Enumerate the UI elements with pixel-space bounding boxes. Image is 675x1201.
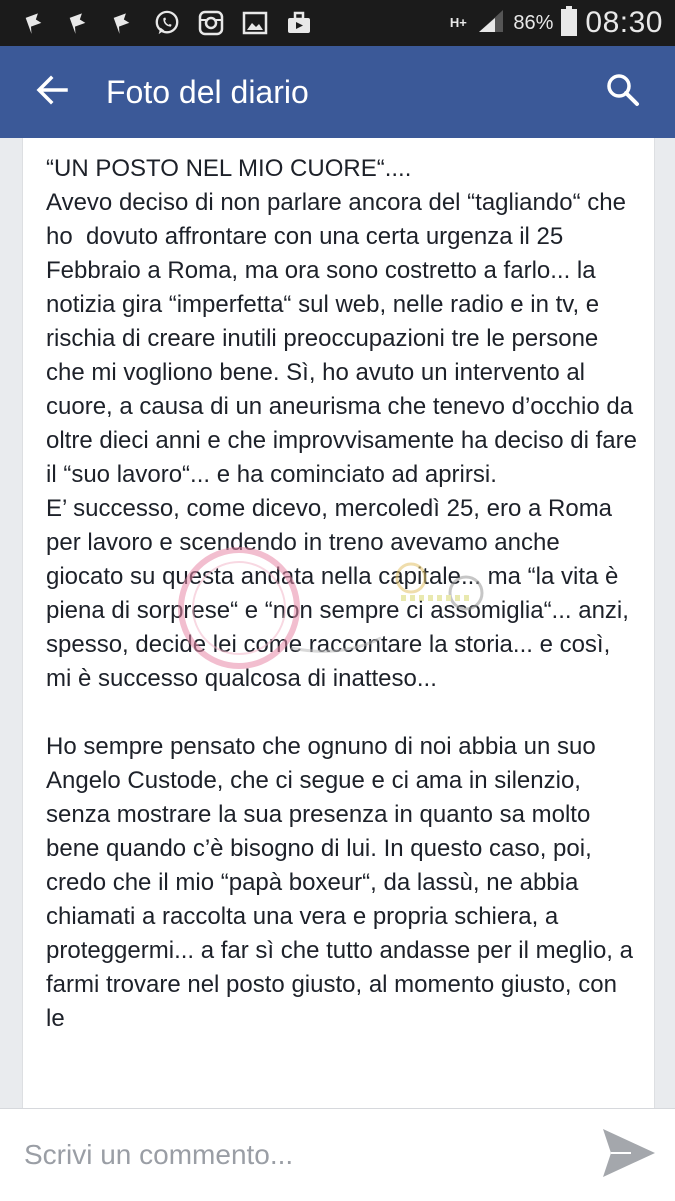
status-bar: H+ 86% 08:30: [0, 0, 675, 46]
search-icon: [606, 73, 640, 112]
comment-input[interactable]: [22, 1138, 586, 1172]
network-type: H+: [449, 15, 467, 30]
post-card: “UN POSTO NEL MIO CUORE“.... Avevo decis…: [22, 138, 655, 1118]
notification-icons: [0, 10, 312, 36]
page-title: Foto del diario: [106, 73, 309, 110]
send-button[interactable]: [599, 1125, 659, 1185]
signal-icon: [477, 8, 505, 39]
comment-bar: [0, 1108, 675, 1201]
briefcase-icon: [286, 10, 312, 36]
gallery-icon: [242, 10, 268, 36]
battery-percent: 86%: [513, 11, 554, 34]
system-indicators: H+ 86% 08:30: [447, 5, 675, 41]
arrow-left-icon: [35, 73, 69, 112]
post-paragraph: Ho sempre pensato che ognuno di noi abbi…: [46, 733, 640, 1032]
clock: 08:30: [585, 6, 663, 39]
post-paragraph: “UN POSTO NEL MIO CUORE“.... Avevo decis…: [46, 155, 637, 692]
flag-icon: [110, 10, 136, 36]
search-button[interactable]: [599, 68, 647, 116]
flag-icon: [22, 10, 48, 36]
back-button[interactable]: [24, 64, 80, 120]
post-text: “UN POSTO NEL MIO CUORE“.... Avevo decis…: [23, 138, 654, 1036]
send-icon: [601, 1127, 657, 1184]
whatsapp-icon: [154, 10, 180, 36]
app-bar: Foto del diario: [0, 46, 675, 138]
battery-icon: [561, 5, 578, 41]
flag-icon: [66, 10, 92, 36]
instagram-icon: [198, 10, 224, 36]
